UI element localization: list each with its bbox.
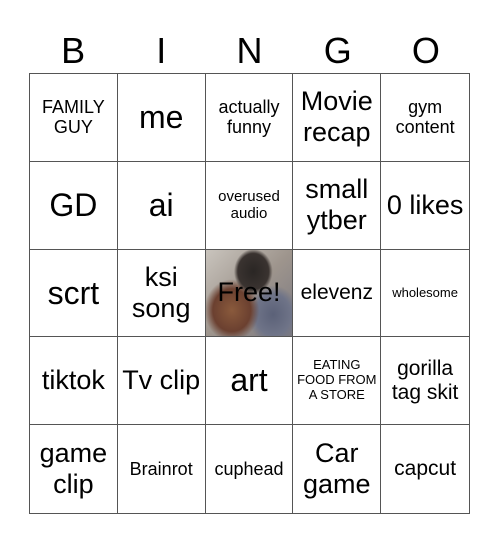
cell-text: ai — [148, 186, 174, 223]
bingo-cell[interactable]: FAMILY GUY — [30, 74, 118, 162]
bingo-cell[interactable]: small ytber — [293, 161, 382, 250]
bingo-cell[interactable]: ai — [117, 161, 206, 250]
cell-text: small ytber — [305, 174, 369, 236]
cell-text: cuphead — [214, 458, 284, 479]
cell-text: elevenz — [300, 280, 373, 304]
cell-text: Movie recap — [300, 86, 373, 148]
header-letter-o: O — [411, 30, 440, 71]
bingo-cell[interactable]: elevenz — [293, 249, 382, 338]
cell-text: EATING FOOD FROM A STORE — [297, 357, 377, 403]
bingo-cell[interactable]: capcut — [381, 425, 469, 513]
cell-text: wholesome — [392, 284, 458, 300]
bingo-cell[interactable]: cuphead — [206, 425, 294, 513]
header-letter-i: I — [156, 30, 167, 71]
bingo-cell[interactable]: 0 likes — [381, 162, 469, 250]
bingo-cell[interactable]: Tv clip — [117, 337, 206, 426]
header-letter-g: G — [323, 30, 352, 71]
bingo-cell[interactable]: gorilla tag skit — [381, 337, 469, 426]
free-space-cell[interactable]: Free! — [205, 249, 294, 338]
cell-text: Car game — [303, 438, 371, 500]
bingo-cell[interactable]: Movie recap — [293, 74, 382, 162]
cell-text: actually funny — [218, 96, 280, 138]
bingo-cell[interactable]: EATING FOOD FROM A STORE — [293, 337, 382, 426]
bingo-cell[interactable]: actually funny — [205, 74, 294, 162]
cell-text: Brainrot — [129, 458, 193, 479]
cell-text: Free! — [217, 277, 281, 308]
bingo-cell[interactable]: Car game — [293, 425, 382, 513]
cell-text: capcut — [394, 457, 457, 481]
cell-text: 0 likes — [386, 189, 464, 220]
cell-text: FAMILY GUY — [42, 96, 105, 138]
bingo-cell[interactable]: overused audio — [205, 161, 294, 250]
bingo-cell[interactable]: scrt — [30, 249, 118, 338]
bingo-header: B I N G O — [29, 28, 470, 73]
header-letter-b: B — [61, 30, 86, 71]
bingo-cell[interactable]: game clip — [30, 425, 118, 513]
cell-text: gym content — [395, 96, 455, 138]
bingo-cell[interactable]: tiktok — [30, 337, 118, 426]
bingo-cell[interactable]: art — [205, 337, 294, 426]
bingo-cell[interactable]: Brainrot — [118, 425, 206, 513]
cell-text: overused audio — [218, 187, 280, 223]
header-letter-n: N — [236, 30, 263, 71]
cell-text: scrt — [47, 274, 100, 311]
bingo-cell[interactable]: ksi song — [117, 249, 206, 338]
bingo-cell[interactable]: GD — [30, 161, 118, 250]
cell-text: me — [138, 99, 184, 135]
cell-text: ksi song — [131, 261, 191, 323]
cell-text: gorilla tag skit — [391, 356, 459, 404]
cell-text: tiktok — [41, 365, 105, 396]
bingo-grid: FAMILY GUY me actually funny Movie recap gym… — [29, 73, 470, 514]
cell-text: Tv clip — [122, 365, 201, 396]
cell-text: art — [230, 362, 268, 399]
cell-text: game clip — [39, 438, 108, 500]
bingo-cell[interactable]: wholesome — [381, 250, 469, 338]
cell-text: GD — [49, 186, 98, 223]
bingo-cell[interactable]: gym content — [381, 74, 469, 162]
bingo-cell[interactable]: me — [117, 74, 206, 162]
